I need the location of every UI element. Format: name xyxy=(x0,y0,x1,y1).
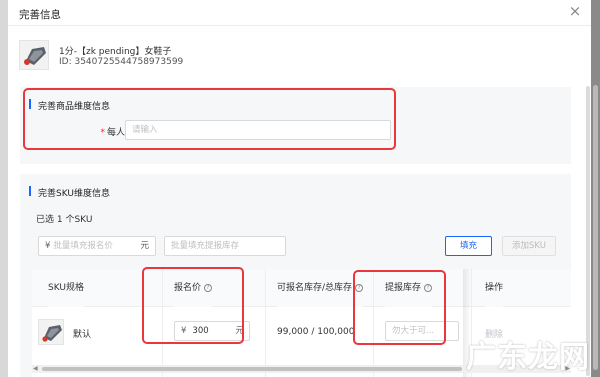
complete-info-modal: 完善信息 × 1分-【zk pending】女鞋子 ID: 3540725544… xyxy=(8,0,591,377)
yen-prefix: ¥ xyxy=(45,241,51,251)
column-divider xyxy=(265,269,266,377)
selected-sku-count: 已选 1 个SKU xyxy=(36,215,93,225)
product-name: 1分-【zk pending】女鞋子 xyxy=(59,47,172,57)
modal-title: 完善信息 xyxy=(19,9,61,21)
product-thumbnail xyxy=(19,40,49,70)
highlight-box xyxy=(353,270,446,345)
watermark-text: 广东龙网 xyxy=(466,340,590,375)
scroll-left-arrow-icon[interactable]: ◀ xyxy=(33,365,38,372)
bulk-price-placeholder: 批量填充报名价 xyxy=(53,241,113,251)
bulk-stock-placeholder: 批量填充提报库存 xyxy=(171,241,240,251)
background-scroll-track xyxy=(591,0,600,377)
sku-thumbnail xyxy=(38,319,64,345)
scrollbar-thumb[interactable] xyxy=(42,367,462,371)
highlight-box xyxy=(142,267,244,344)
watermark: 广东龙网 xyxy=(466,328,600,377)
header-stock-ratio-label: 可报名库存/总库存 xyxy=(277,283,353,293)
fill-button[interactable]: 填充 xyxy=(445,236,492,256)
modal-header: 完善信息 × xyxy=(8,0,591,26)
section-title: 完善SKU维度信息 xyxy=(29,186,110,199)
header-stock-ratio: 可报名库存/总库存? xyxy=(277,269,364,307)
add-sku-button[interactable]: 添加SKU xyxy=(502,236,556,256)
background-page-strip xyxy=(0,0,8,377)
close-icon[interactable]: × xyxy=(567,3,583,19)
yuan-suffix: 元 xyxy=(140,241,149,251)
header-sku-spec: SKU规格 xyxy=(48,269,84,307)
product-id: ID: 3540725544758973599 xyxy=(59,57,184,67)
bulk-stock-input[interactable]: 批量填充提报库存 xyxy=(164,236,286,256)
header-action: 操作 xyxy=(485,269,504,307)
sku-stock-ratio: 99,000 / 100,000 xyxy=(277,327,355,337)
highlight-box xyxy=(23,88,396,150)
bulk-price-input[interactable]: ¥ 批量填充报名价 元 xyxy=(38,236,156,256)
sku-spec-value: 默认 xyxy=(73,330,92,340)
